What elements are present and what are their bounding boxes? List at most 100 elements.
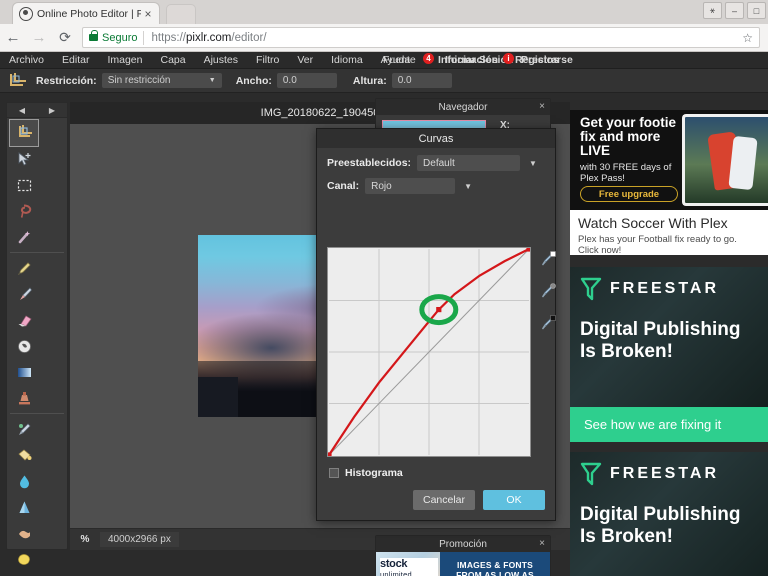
close-icon[interactable]: × — [539, 101, 545, 112]
chevron-right-icon[interactable]: ▶ — [49, 106, 55, 115]
menu-filtro[interactable]: Filtro — [247, 54, 288, 66]
curve-control-point[interactable] — [436, 306, 442, 313]
plex-ad-title[interactable]: Watch Soccer With Plex — [570, 210, 768, 231]
plex-ad-image — [682, 114, 768, 206]
stockunlimited-logo: stock unlimited — [380, 558, 438, 576]
black-point-eyedropper-icon[interactable] — [539, 315, 556, 331]
chevron-down-icon[interactable]: ▼ — [529, 159, 537, 168]
channel-value: Rojo — [371, 180, 392, 192]
curve-control-point[interactable] — [326, 452, 332, 458]
document-title: IMG_20180622_190450 — [260, 107, 380, 119]
stockunlimited-ad[interactable]: stock unlimited IMAGES & FONTS FROM AS L… — [376, 552, 550, 576]
preset-select[interactable]: Default — [417, 155, 521, 171]
soccer-player-figure — [728, 135, 758, 191]
height-input[interactable]: 0.0 — [391, 73, 452, 88]
eraser-tool-button[interactable] — [10, 307, 38, 333]
divider — [143, 30, 145, 45]
paint-bucket-tool-button[interactable] — [10, 442, 38, 468]
freestar-headline-line2: Is Broken! — [580, 341, 673, 362]
constraint-select[interactable]: Sin restricción ▼ — [101, 73, 222, 88]
back-icon[interactable]: ← — [0, 29, 26, 46]
move-tool-button[interactable] — [10, 146, 38, 172]
freestar-headline: Digital Publishing Is Broken! — [580, 504, 740, 548]
browser-toolbar: ← → ⟳ Seguro https://pixlr.com/editor/ ☆ — [0, 24, 768, 52]
new-tab-button[interactable] — [166, 4, 196, 24]
profile-icon[interactable]: ⚹ — [703, 2, 722, 19]
histogram-row[interactable]: Histograma — [329, 467, 403, 479]
water-drop-tool-button[interactable] — [10, 468, 38, 494]
gray-point-eyedropper-icon[interactable] — [539, 283, 556, 299]
freestar-ad-card-1[interactable]: FREESTAR Digital Publishing Is Broken! S… — [570, 267, 768, 442]
plex-ad-cta-button[interactable]: Free upgrade — [580, 186, 678, 202]
sponge-tool-button[interactable] — [10, 546, 38, 572]
chevron-left-icon[interactable]: ◀ — [19, 106, 25, 115]
address-bar[interactable]: Seguro https://pixlr.com/editor/ ☆ — [82, 27, 760, 48]
ad-line1: IMAGES & FONTS — [457, 560, 533, 570]
freestar-headline-line1: Digital Publishing — [580, 319, 741, 340]
toolbox-grid: A — [7, 118, 67, 576]
crop-tool-button[interactable] — [9, 119, 39, 147]
dialog-buttons: Cancelar OK — [413, 490, 545, 510]
chevron-down-icon[interactable]: ▼ — [464, 182, 472, 191]
url-text: https://pixlr.com/editor/ — [151, 32, 266, 44]
curve-graph[interactable] — [326, 246, 532, 458]
plex-ad-headline: Get your footie fix and more LIVE — [580, 115, 677, 158]
freestar-ad-card-2[interactable]: FREESTAR Digital Publishing Is Broken! S… — [570, 452, 768, 576]
constraint-value: Sin restricción — [107, 75, 171, 86]
freestar-ad-hero: FREESTAR Digital Publishing Is Broken! — [570, 452, 768, 576]
curve-control-point[interactable] — [526, 246, 532, 252]
freestar-logo: FREESTAR — [580, 462, 719, 486]
bookmark-star-icon[interactable]: ☆ — [742, 31, 753, 45]
promotion-panel: Promoción × stock unlimited IMAGES & FON… — [375, 535, 551, 576]
reload-icon[interactable]: ⟳ — [52, 29, 78, 46]
curve-plot-area[interactable] — [326, 246, 532, 458]
white-point-eyedropper-icon[interactable] — [539, 251, 556, 267]
close-icon[interactable]: × — [539, 538, 545, 549]
image-dimensions: 4000x2966 px — [100, 532, 179, 547]
screenshot-root: Online Photo Editor | Pixl × ⚹ – □ ← → ⟳… — [0, 0, 768, 576]
minimize-icon[interactable]: – — [725, 2, 744, 19]
smudge-tool-button[interactable] — [10, 520, 38, 546]
promotion-panel-header[interactable]: Promoción × — [376, 536, 550, 552]
channel-select[interactable]: Rojo — [365, 178, 456, 194]
dodge-tool-button[interactable] — [10, 572, 38, 576]
histogram-checkbox[interactable] — [329, 468, 339, 478]
sharpen-tool-button[interactable] — [10, 494, 38, 520]
menu-editar[interactable]: Editar — [53, 54, 98, 66]
magic-wand-tool-button[interactable] — [10, 224, 38, 250]
menu-idioma[interactable]: Idioma — [322, 54, 372, 66]
forward-icon[interactable]: → — [26, 29, 52, 46]
menu-capa[interactable]: Capa — [151, 54, 194, 66]
preset-label: Preestablecidos: — [327, 157, 412, 169]
width-input[interactable]: 0.0 — [276, 73, 337, 88]
toolbox-nav: ◀ ▶ — [7, 103, 67, 118]
plex-ad-card[interactable]: Get your footie fix and more LIVE with 3… — [570, 110, 768, 255]
plex-ad-subline: with 30 FREE days of Plex Pass! — [580, 162, 672, 184]
url-scheme: https:// — [151, 31, 187, 44]
blur-tool-button[interactable] — [10, 416, 38, 442]
close-icon[interactable]: × — [141, 8, 155, 20]
curve-editor[interactable] — [326, 246, 532, 458]
menu-ajustes[interactable]: Ajustes — [195, 54, 247, 66]
ad-line2: FROM AS LOW AS — [456, 570, 534, 576]
brush-tool-button[interactable] — [10, 281, 38, 307]
menu-imagen[interactable]: Imagen — [98, 54, 151, 66]
navigator-panel-header[interactable]: Navegador × — [376, 99, 550, 115]
lasso-tool-button[interactable] — [10, 198, 38, 224]
freestar-cta-button[interactable]: See how we are fixing it — [570, 407, 768, 442]
browser-tab[interactable]: Online Photo Editor | Pixl × — [12, 2, 160, 24]
marquee-select-tool-button[interactable] — [10, 172, 38, 198]
pencil-tool-button[interactable] — [10, 255, 38, 281]
menu-fuente[interactable]: Fuente — [383, 54, 416, 66]
ok-button[interactable]: OK — [483, 490, 545, 510]
maximize-icon[interactable]: □ — [747, 2, 766, 19]
clone-stamp-tool-button[interactable] — [10, 333, 38, 359]
menu-ver[interactable]: Ver — [288, 54, 322, 66]
cancel-button[interactable]: Cancelar — [413, 490, 475, 510]
gradient-tool-button[interactable] — [10, 359, 38, 385]
stamp-tool-button[interactable] — [10, 385, 38, 411]
toolbox-panel: ◀ ▶ — [6, 102, 68, 565]
zoom-percent-label: % — [80, 534, 90, 545]
menu-archivo[interactable]: Archivo — [0, 54, 53, 66]
menu-precios[interactable]: Precios — [521, 54, 559, 66]
